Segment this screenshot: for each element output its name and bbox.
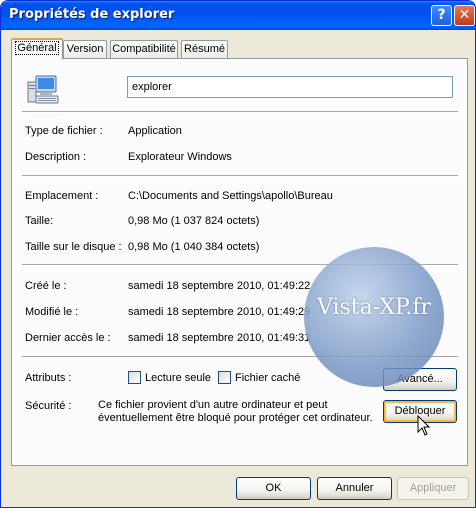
mouse-cursor-icon (417, 415, 431, 436)
description-value: Explorateur Windows (128, 151, 232, 163)
tab-general[interactable]: Général (11, 38, 63, 59)
apply-button[interactable]: Appliquer (397, 477, 469, 500)
watermark-logo: Vista-XP.fr (304, 247, 444, 387)
disk-size-label: Taille sur le disque : (25, 241, 122, 253)
size-label: Taille: (25, 215, 54, 227)
location-value: C:\Documents and Settings\apollo\Bureau (128, 190, 333, 202)
file-name-input[interactable] (127, 76, 453, 98)
tab-version[interactable]: Version (63, 40, 107, 58)
type-label: Type de fichier : (25, 125, 103, 137)
hidden-label: Fichier caché (235, 371, 301, 384)
title-bar[interactable]: Propriétés de explorer ? ✕ (1, 1, 475, 30)
readonly-label: Lecture seule (145, 371, 212, 384)
window-title: Propriétés de explorer (9, 7, 175, 22)
created-value: samedi 18 septembre 2010, 01:49:22 (128, 280, 311, 292)
modified-label: Modifié le : (25, 306, 79, 318)
type-value: Application (128, 125, 182, 137)
readonly-checkbox[interactable]: Lecture seule (128, 371, 211, 384)
separator (22, 111, 458, 113)
hidden-checkbox[interactable]: Fichier caché (218, 371, 300, 384)
separator (22, 175, 458, 177)
attributes-label: Attributs : (25, 372, 72, 384)
properties-window: Propriétés de explorer ? ✕ Général Versi… (0, 0, 476, 508)
computer-icon (27, 75, 59, 104)
disk-size-value: 0,98 Mo (1 040 384 octets) (128, 241, 260, 253)
close-button[interactable]: ✕ (454, 5, 475, 26)
general-panel: Type de fichier : Application Descriptio… (11, 58, 468, 466)
modified-value: samedi 18 septembre 2010, 01:49:29 (128, 306, 311, 318)
security-label: Sécurité : (25, 400, 72, 412)
location-label: Emplacement : (25, 190, 99, 202)
ok-button[interactable]: OK (236, 477, 311, 500)
help-button[interactable]: ? (431, 5, 452, 26)
accessed-value: samedi 18 septembre 2010, 01:49:31 (128, 332, 311, 344)
readonly-checkbox-box[interactable] (128, 371, 141, 384)
created-label: Créé le : (25, 280, 67, 292)
tab-compatibility[interactable]: Compatibilité (110, 40, 178, 58)
hidden-checkbox-box[interactable] (218, 371, 231, 384)
security-message: Ce fichier provient d'un autre ordinateu… (98, 399, 373, 424)
description-label: Description : (25, 151, 87, 163)
accessed-label: Dernier accès le : (25, 332, 111, 344)
cancel-button[interactable]: Annuler (317, 477, 392, 500)
tab-summary[interactable]: Résumé (181, 40, 228, 58)
watermark-text: Vista-XP.fr (316, 295, 432, 320)
size-value: 0,98 Mo (1 037 824 octets) (128, 215, 260, 227)
